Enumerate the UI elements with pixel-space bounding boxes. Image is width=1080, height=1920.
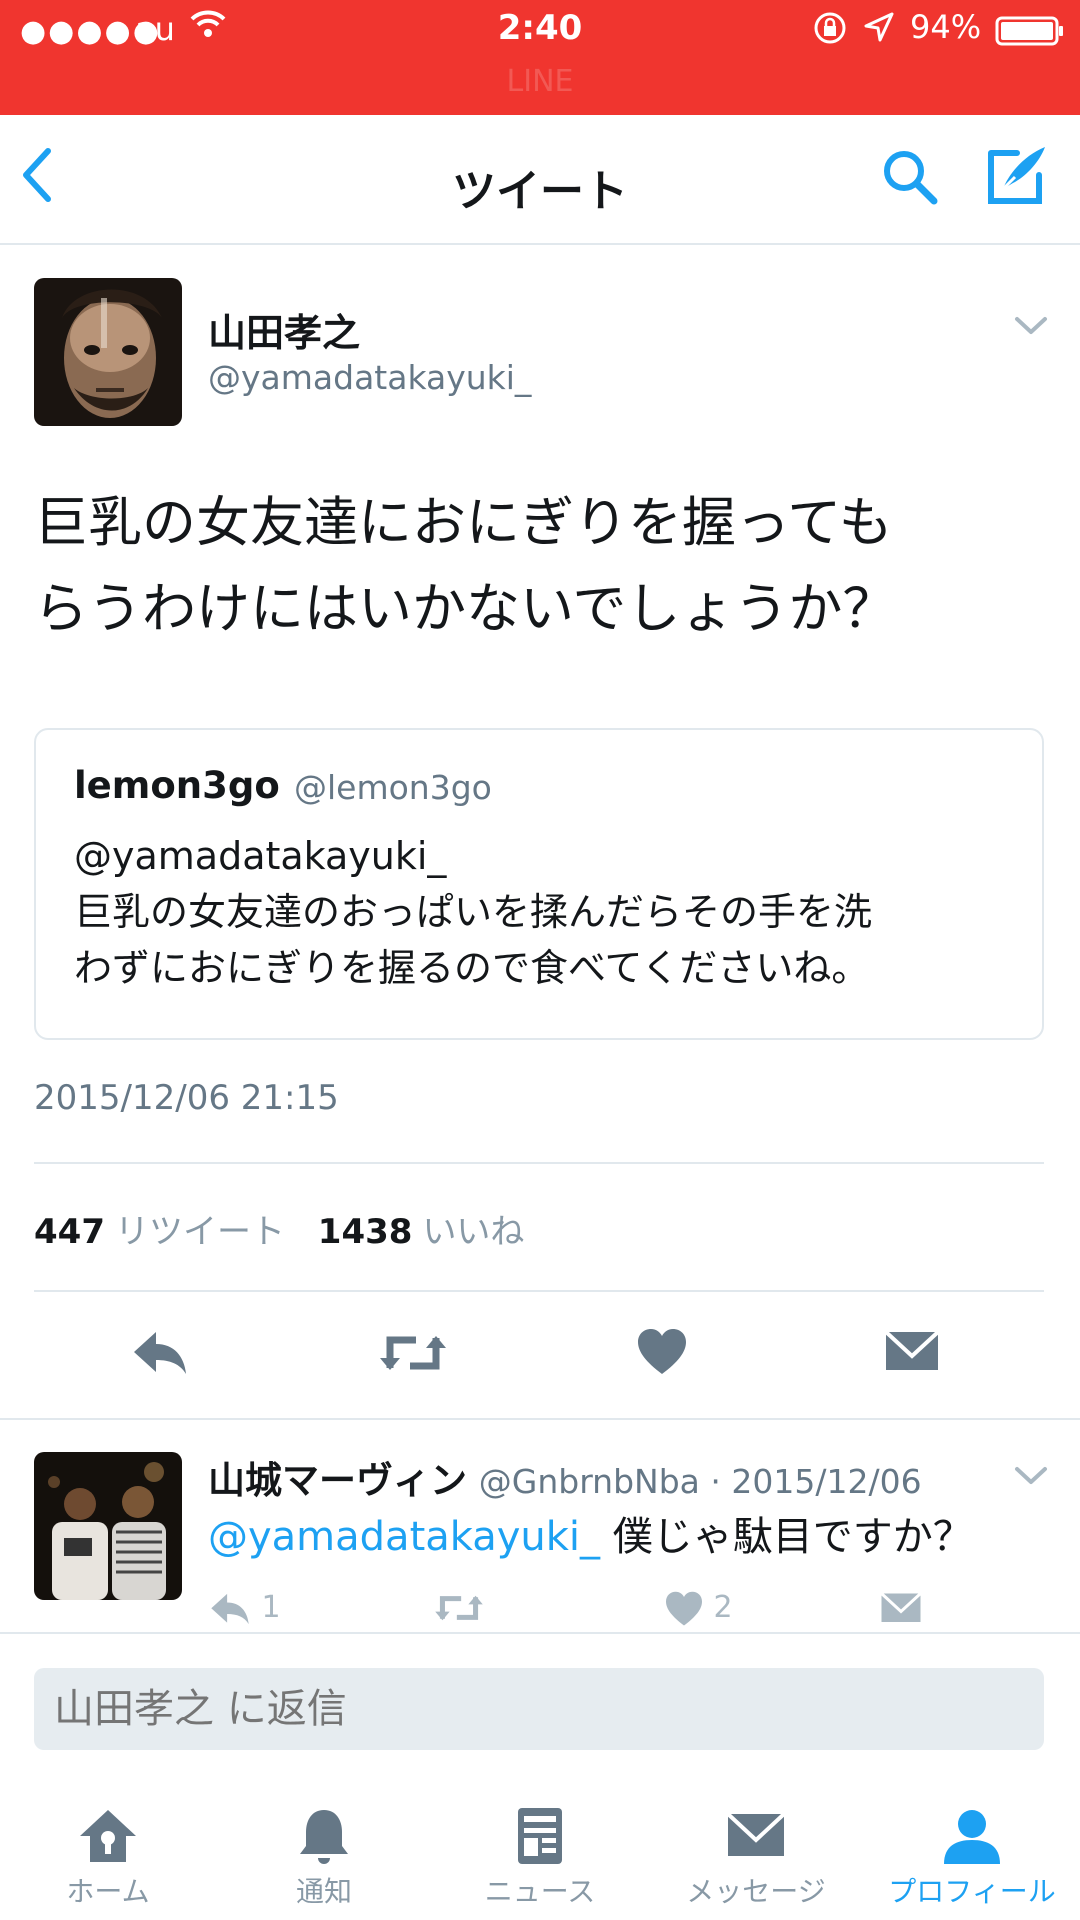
reply-mention[interactable]: @yamadatakayuki_: [208, 1514, 600, 1560]
reply-meta[interactable]: @GnbrnbNba · 2015/12/06: [479, 1462, 922, 1501]
tweet-text: 巨乳の女友達におにぎりを握っても らうわけにはいかないでしょうか？: [34, 480, 1034, 652]
tweet-text-line: 巨乳の女友達におにぎりを握っても: [34, 491, 893, 554]
quoted-text-line: @yamadatakayuki_: [74, 834, 447, 878]
reply-header: 山城マーヴィン @GnbrnbNba · 2015/12/06: [208, 1450, 922, 1504]
tweet-stats: 447 リツイート 1438 いいね: [34, 1204, 546, 1253]
envelope-icon: [726, 1812, 786, 1856]
direct-message-icon[interactable]: [880, 1590, 922, 1632]
quoted-tweet[interactable]: lemon3go @lemon3go @yamadatakayuki_ 巨乳の女…: [34, 728, 1044, 1040]
like-action[interactable]: 2: [664, 1590, 733, 1627]
battery-percent: 94%: [910, 8, 982, 46]
reply-body: 僕じゃ駄目ですか？: [600, 1514, 973, 1560]
retweet-count[interactable]: 447: [34, 1212, 105, 1252]
like-heart-icon[interactable]: [636, 1328, 688, 1380]
tab-label: 通知: [295, 1875, 352, 1908]
tab-label: ニュース: [484, 1875, 596, 1908]
like-count[interactable]: 1438: [318, 1212, 413, 1252]
tab-bar: ホーム 通知 ニュース メッセージ プロフィール: [0, 1790, 1080, 1920]
bell-icon: [300, 1810, 348, 1864]
navigation-bar: ツイート: [0, 115, 1080, 245]
reply-input[interactable]: [34, 1668, 1044, 1750]
tweet-text-line: らうわけにはいかないでしょうか？: [34, 577, 897, 640]
reply-count: 1: [261, 1590, 281, 1625]
reply-text: @yamadatakayuki_ 僕じゃ駄目ですか？: [208, 1504, 973, 1562]
quoted-tweet-text: @yamadatakayuki_ 巨乳の女友達のおっぱいを揉んだらその手を洗 わ…: [74, 828, 1014, 996]
reply-icon[interactable]: [130, 1328, 190, 1382]
tab-notifications[interactable]: 通知: [216, 1790, 432, 1910]
divider: [0, 1632, 1080, 1634]
home-icon: [80, 1810, 136, 1862]
tab-profile[interactable]: プロフィール: [864, 1790, 1080, 1910]
search-icon[interactable]: [880, 147, 940, 211]
reply-author-name[interactable]: 山城マーヴィン: [208, 1459, 467, 1502]
like-label[interactable]: いいね: [422, 1212, 524, 1252]
tweet-timestamp: 2015/12/06 21:15: [34, 1078, 339, 1118]
compose-icon[interactable]: [985, 143, 1049, 211]
quoted-author-name: lemon3go: [74, 764, 280, 807]
quoted-text-line: 巨乳の女友達のおっぱいを揉んだらその手を洗: [74, 890, 873, 934]
direct-message-icon[interactable]: [884, 1328, 940, 1376]
location-arrow-icon: [862, 10, 896, 48]
reply-author-avatar[interactable]: [34, 1452, 182, 1600]
like-count: 2: [713, 1590, 733, 1625]
author-handle[interactable]: @yamadatakayuki_: [208, 358, 531, 397]
reply-action[interactable]: 1: [208, 1590, 281, 1627]
status-bar: ●●●●● au 2:40 94% LINE: [0, 0, 1080, 115]
tab-messages[interactable]: メッセージ: [648, 1790, 864, 1910]
chevron-down-icon[interactable]: [1014, 1466, 1048, 1490]
retweet-icon[interactable]: [432, 1590, 486, 1634]
quoted-text-line: わずにおにぎりを握るので食べてくださいね。: [74, 946, 870, 990]
divider: [34, 1290, 1044, 1292]
tab-home[interactable]: ホーム: [0, 1790, 216, 1910]
person-icon: [944, 1810, 1000, 1864]
retweet-icon[interactable]: [378, 1328, 448, 1382]
divider: [0, 1418, 1080, 1420]
quoted-author-handle: @lemon3go: [294, 768, 492, 807]
tab-news[interactable]: ニュース: [432, 1790, 648, 1910]
rotation-lock-icon: [812, 10, 848, 50]
divider: [34, 1162, 1044, 1164]
author-avatar[interactable]: [34, 278, 182, 426]
retweet-label[interactable]: リツイート: [115, 1212, 285, 1252]
chevron-down-icon[interactable]: [1014, 316, 1048, 340]
battery-icon: [995, 16, 1065, 50]
author-name[interactable]: 山田孝之: [208, 302, 360, 357]
tab-label: ホーム: [66, 1875, 150, 1908]
tab-label: メッセージ: [686, 1875, 826, 1908]
tab-label: プロフィール: [888, 1875, 1056, 1908]
app-watermark: LINE: [506, 64, 574, 99]
news-icon: [518, 1808, 562, 1864]
